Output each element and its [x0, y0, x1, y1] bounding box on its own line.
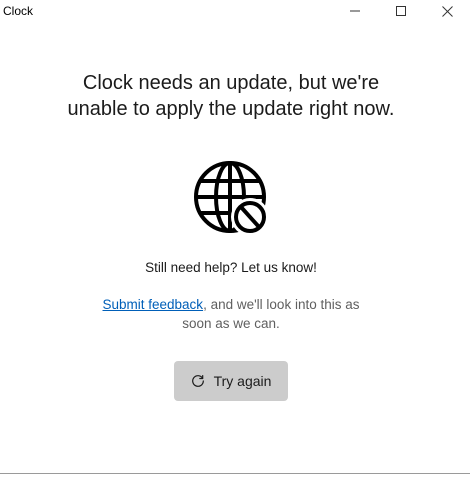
maximize-button[interactable]	[378, 0, 424, 22]
help-prompt: Still need help? Let us know!	[145, 260, 317, 275]
app-window: Clock Clock needs an update, but we're u…	[0, 0, 470, 478]
maximize-icon	[396, 6, 406, 16]
error-message: Clock needs an update, but we're unable …	[0, 70, 462, 122]
try-again-label: Try again	[213, 373, 272, 389]
globe-blocked-icon	[194, 161, 266, 233]
window-bottom-border	[0, 473, 470, 474]
error-message-line-2: unable to apply the update right now.	[67, 98, 395, 120]
minimize-button[interactable]	[332, 0, 378, 22]
close-icon	[441, 5, 453, 17]
minimize-icon	[350, 10, 360, 12]
title-bar[interactable]: Clock	[0, 0, 470, 22]
refresh-icon	[191, 375, 204, 387]
window-title: Clock	[3, 4, 34, 18]
try-again-button[interactable]: Try again	[174, 361, 288, 401]
close-button[interactable]	[424, 0, 470, 22]
error-message-line-1: Clock needs an update, but we're	[82, 72, 380, 94]
feedback-text: Submit feedback, and we'll look into thi…	[90, 295, 372, 333]
submit-feedback-link[interactable]: Submit feedback	[103, 297, 204, 312]
feedback-suffix: , and we'll look into this as soon as we…	[182, 297, 360, 331]
